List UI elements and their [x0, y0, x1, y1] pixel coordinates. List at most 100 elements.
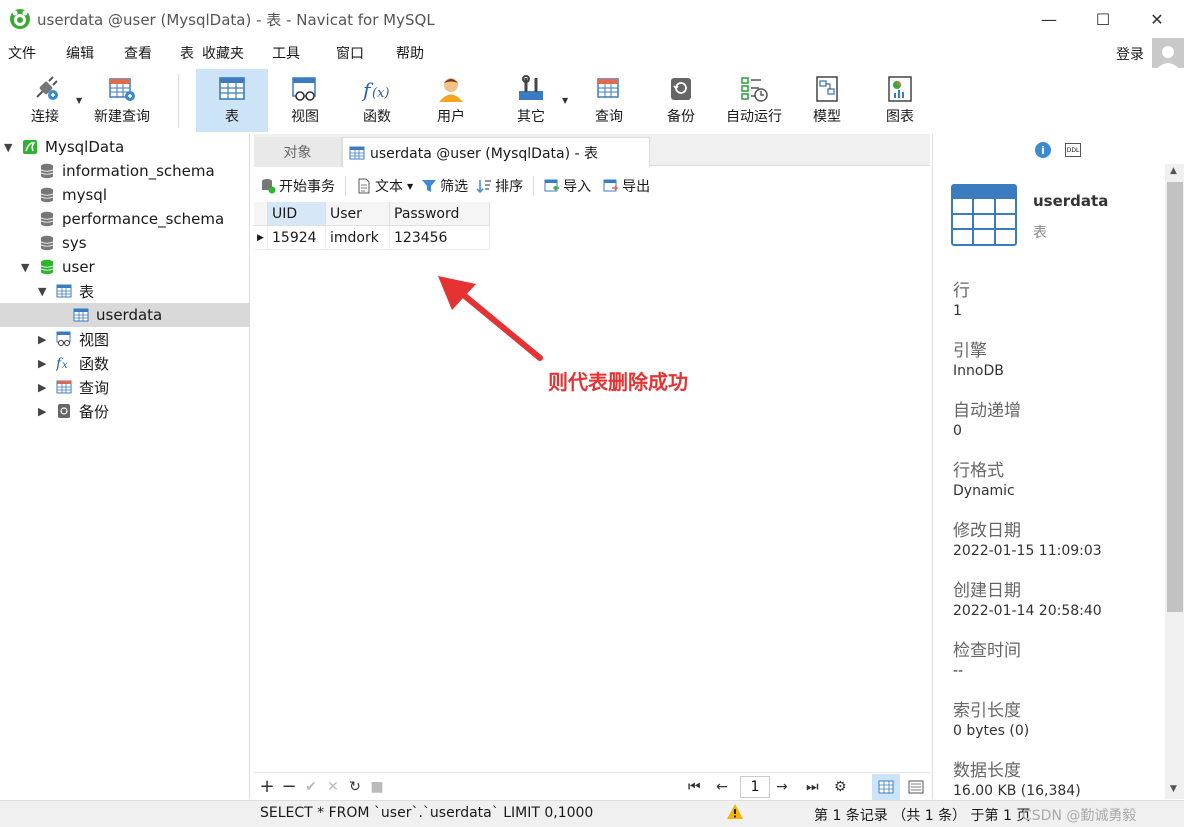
table-cell[interactable]: imdork — [326, 226, 390, 250]
navigation-tree: ▼ MysqlData information_schema mysql per… — [0, 134, 250, 799]
chevron-right-icon[interactable]: ▶ — [38, 405, 46, 418]
object-type: 表 — [1033, 225, 1047, 241]
warning-icon[interactable] — [726, 803, 744, 821]
menu-file[interactable]: 文件 — [0, 43, 58, 63]
toolbar-chart-button[interactable]: 图表 — [870, 69, 930, 132]
page-number-input[interactable]: 1 — [740, 776, 770, 798]
toolbar-query-button[interactable]: 查询 — [578, 69, 640, 132]
tree-tables-folder[interactable]: ▼ 表 — [0, 279, 250, 303]
table-icon — [219, 77, 245, 100]
maximize-button[interactable]: ☐ — [1076, 0, 1130, 38]
status-bar: SELECT * FROM `user`.`userdata` LIMIT 0,… — [0, 800, 1184, 827]
tree-queries-folder[interactable]: ▶ 查询 — [0, 375, 250, 399]
chevron-down-icon[interactable]: ▼ — [407, 182, 413, 191]
tree-table-userdata[interactable]: userdata — [0, 303, 250, 327]
toolbar-connect-button[interactable]: 连接 — [18, 69, 72, 132]
tab-userdata[interactable]: userdata @user (MysqlData) - 表 — [342, 137, 650, 167]
toolbar-automation-button[interactable]: 自动运行 — [720, 69, 788, 132]
text-view-button[interactable]: 文本 ▼ — [350, 176, 419, 196]
column-header-uid[interactable]: UID — [268, 202, 326, 226]
column-header-user[interactable]: User — [326, 202, 390, 226]
menu-view[interactable]: 查看 — [116, 43, 172, 63]
import-button[interactable]: 导入 — [538, 176, 597, 196]
column-header-password[interactable]: Password — [390, 202, 490, 226]
scroll-thumb[interactable] — [1167, 182, 1183, 612]
export-button[interactable]: 导出 — [597, 176, 656, 196]
view-icon — [292, 77, 316, 101]
stop-icon[interactable]: ■ — [366, 779, 388, 795]
form-view-toggle[interactable] — [904, 774, 928, 800]
begin-transaction-button[interactable]: 开始事务 — [254, 176, 341, 196]
tree-db-information-schema[interactable]: information_schema — [0, 159, 250, 183]
tree-views-folder[interactable]: ▶ 视图 — [0, 327, 250, 351]
scroll-up-icon[interactable]: ▲ — [1170, 166, 1177, 176]
add-record-icon[interactable]: + — [256, 776, 278, 797]
toolbar-new-query-button[interactable]: 新建查询 — [88, 69, 156, 132]
avatar[interactable] — [1152, 38, 1184, 70]
table-large-icon — [951, 184, 1017, 246]
tree-db-sys[interactable]: sys — [0, 231, 250, 255]
sort-icon — [476, 180, 492, 194]
filter-button[interactable]: 筛选 — [419, 176, 474, 196]
menu-table[interactable]: 表 — [172, 43, 198, 63]
tree-backups-folder[interactable]: ▶ 备份 — [0, 399, 250, 423]
toolbar-view-button[interactable]: 视图 — [274, 69, 336, 132]
ddl-icon[interactable]: DDL — [1065, 143, 1081, 157]
connection-plug-icon — [36, 76, 58, 100]
table-cell[interactable]: 15924 — [268, 226, 326, 250]
object-name: userdata — [1033, 192, 1109, 210]
info-value-rows: 1 — [953, 303, 962, 319]
last-page-icon[interactable]: ⏭ — [806, 779, 819, 795]
close-button[interactable]: ✕ — [1130, 0, 1184, 38]
chevron-right-icon[interactable]: ▶ — [38, 381, 46, 394]
previous-page-icon[interactable]: ← — [716, 779, 728, 795]
refresh-icon[interactable]: ↻ — [344, 779, 366, 795]
toolbar-separator — [345, 176, 346, 196]
chevron-down-icon[interactable]: ▼ — [21, 261, 29, 274]
tree-connection-mysqldata[interactable]: ▼ MysqlData — [0, 135, 250, 159]
toolbar-user-button[interactable]: 用户 — [420, 69, 482, 132]
tree-db-mysql[interactable]: mysql — [0, 183, 250, 207]
next-page-icon[interactable]: → — [776, 779, 788, 795]
toolbar-table-button[interactable]: 表 — [196, 69, 268, 132]
query-icon — [56, 380, 72, 394]
other-dropdown-caret-icon[interactable]: ▼ — [562, 96, 568, 105]
tree-functions-folder[interactable]: ▶ f x 函数 — [0, 351, 250, 375]
apply-check-icon[interactable]: ✔ — [300, 779, 322, 795]
menu-window[interactable]: 窗口 — [328, 43, 388, 63]
info-icon[interactable]: i — [1035, 142, 1051, 158]
menu-edit[interactable]: 编辑 — [58, 43, 116, 63]
delete-record-icon[interactable]: − — [278, 776, 300, 797]
minimize-button[interactable]: — — [1022, 0, 1076, 38]
chevron-down-icon[interactable]: ▼ — [4, 141, 12, 154]
toolbar-backup-button[interactable]: 备份 — [652, 69, 710, 132]
menu-favorites[interactable]: 收藏夹 — [198, 43, 264, 63]
toolbar-model-button[interactable]: 模型 — [798, 69, 856, 132]
tab-objects[interactable]: 对象 — [254, 137, 342, 167]
tree-db-performance-schema[interactable]: performance_schema — [0, 207, 250, 231]
login-link[interactable]: 登录 — [1116, 44, 1144, 64]
first-page-icon[interactable]: ⏮ — [688, 779, 701, 795]
table-cell[interactable]: 123456 — [390, 226, 490, 250]
tree-db-user[interactable]: ▼ user — [0, 255, 250, 279]
chevron-right-icon[interactable]: ▶ — [38, 333, 46, 346]
sort-button[interactable]: 排序 — [474, 176, 529, 196]
grid-view-toggle[interactable] — [872, 774, 900, 800]
database-open-icon — [40, 259, 54, 275]
function-icon: f (x) — [361, 78, 389, 102]
table-icon — [349, 146, 365, 159]
toolbar-function-button[interactable]: f (x) 函数 — [346, 69, 408, 132]
connect-dropdown-caret-icon[interactable]: ▼ — [76, 96, 82, 105]
export-icon — [603, 179, 619, 192]
scroll-down-icon[interactable]: ▼ — [1170, 784, 1177, 794]
info-value-created: 2022-01-14 20:58:40 — [953, 603, 1102, 619]
menu-tools[interactable]: 工具 — [264, 43, 328, 63]
menu-help[interactable]: 帮助 — [388, 43, 436, 63]
info-scrollbar[interactable]: ▲ ▼ — [1165, 164, 1184, 799]
page-settings-gear-icon[interactable]: ⚙ — [834, 779, 847, 795]
cancel-x-icon[interactable]: ✕ — [322, 779, 344, 795]
chevron-right-icon[interactable]: ▶ — [38, 357, 46, 370]
svg-text:x: x — [62, 360, 68, 371]
toolbar-other-button[interactable]: 其它 — [500, 69, 562, 132]
chevron-down-icon[interactable]: ▼ — [38, 285, 46, 298]
